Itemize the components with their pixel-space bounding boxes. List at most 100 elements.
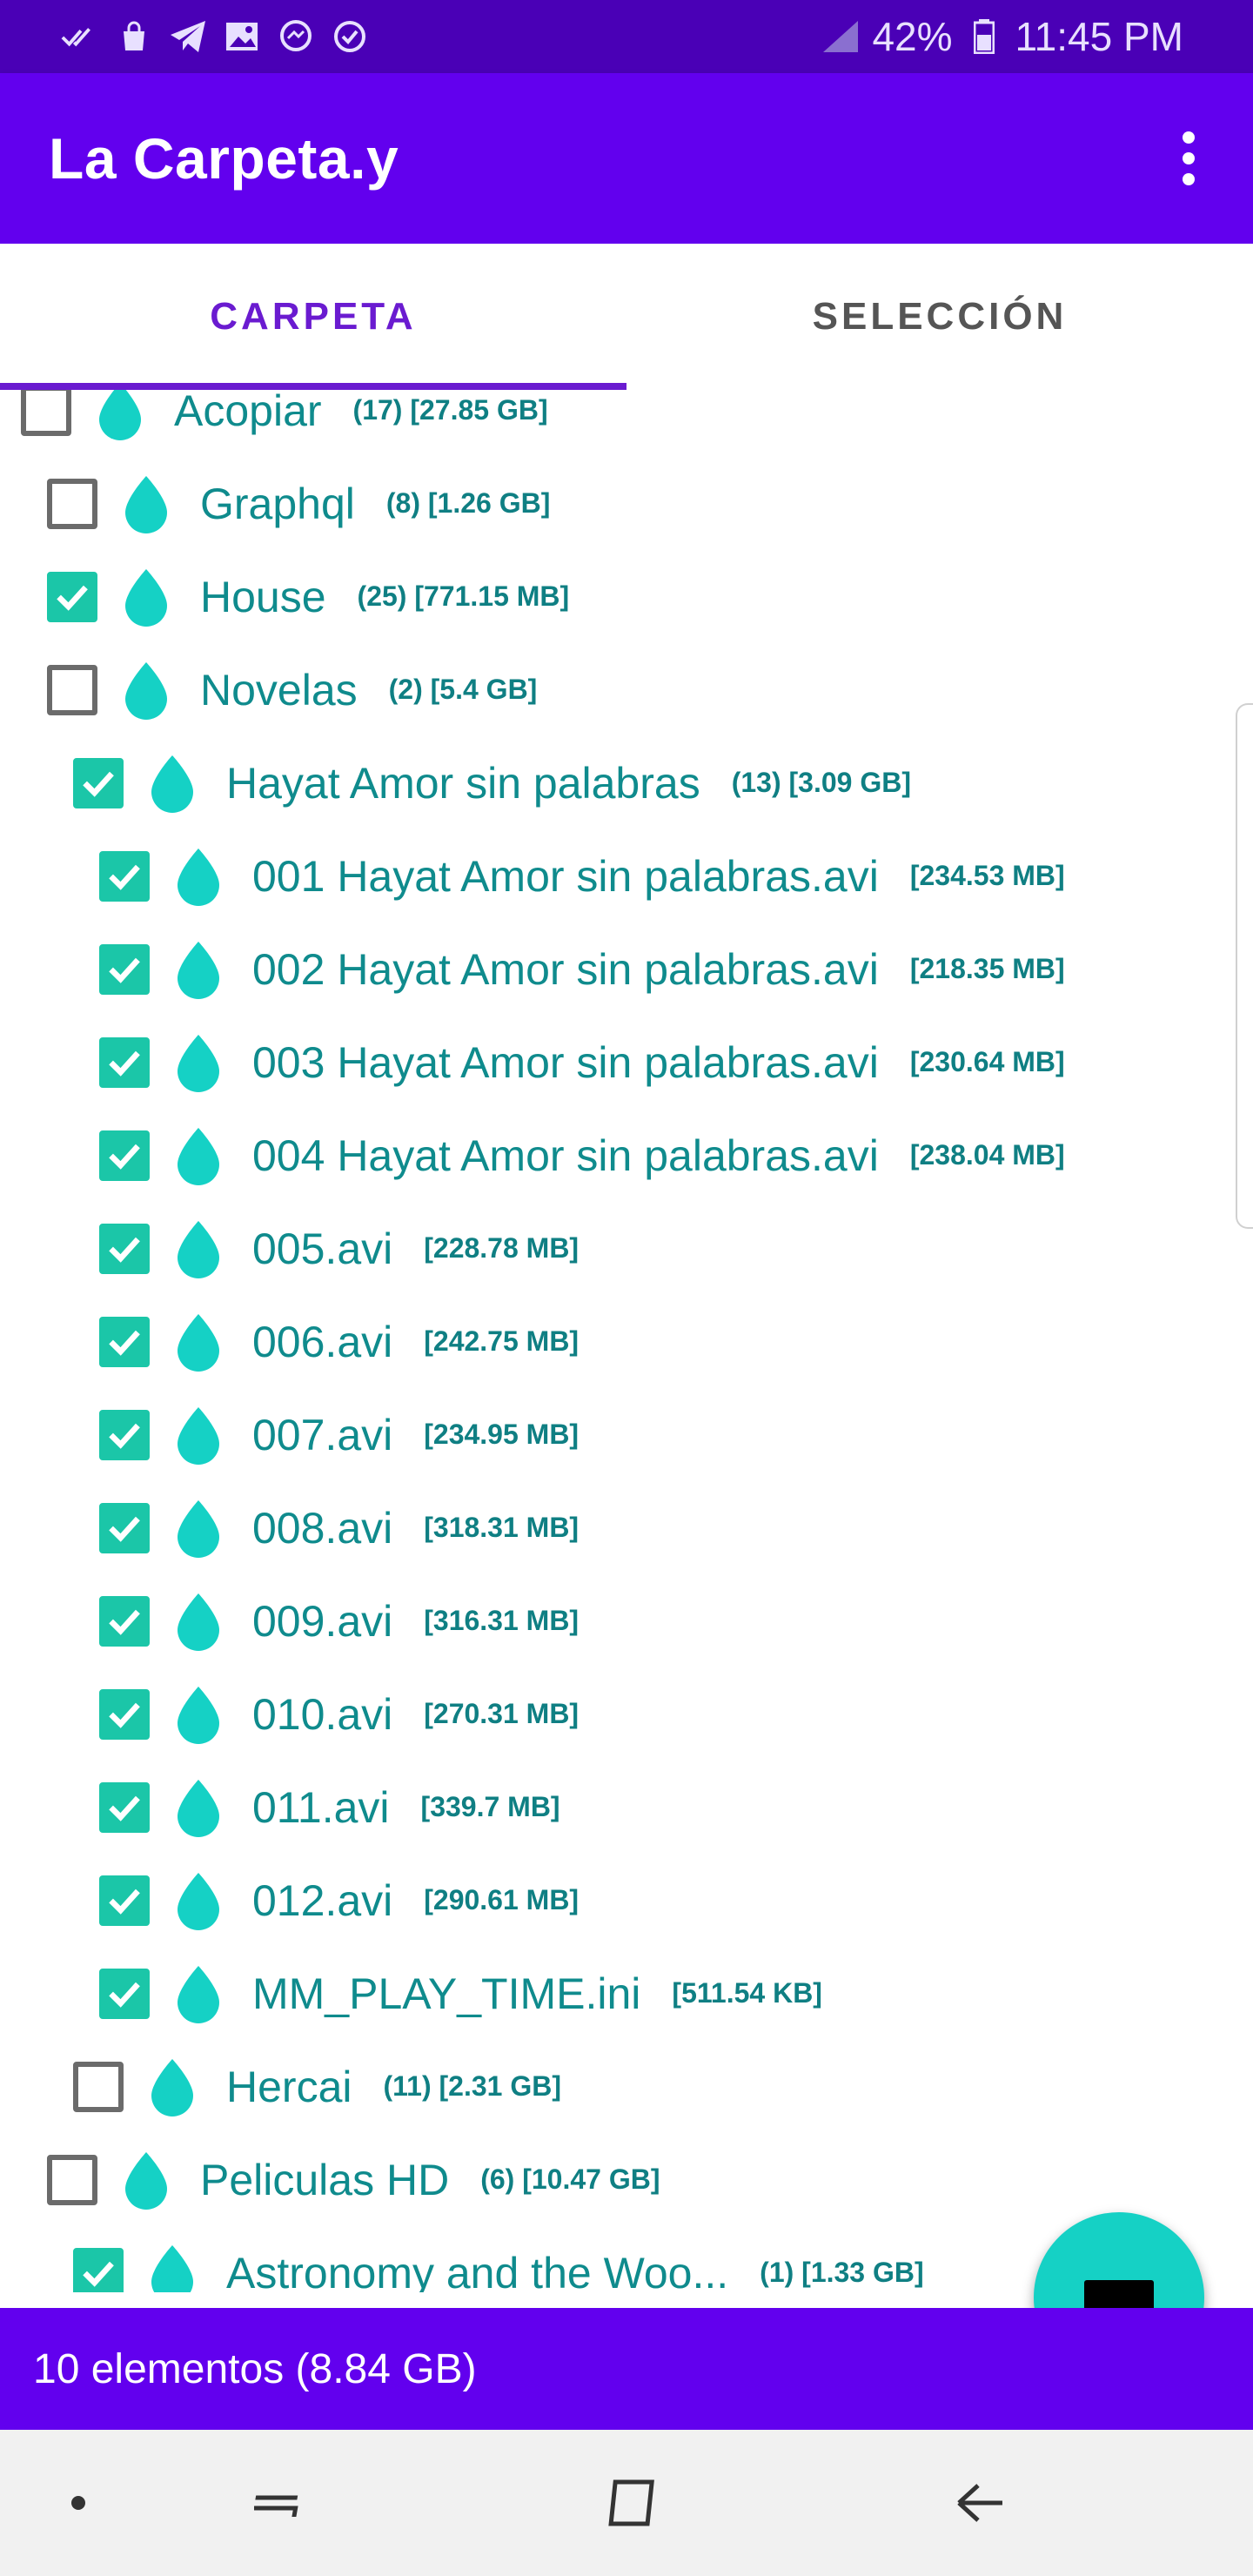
row-checkbox[interactable] — [47, 664, 97, 715]
row-checkbox[interactable] — [99, 1595, 150, 1647]
tree-row[interactable]: 003 Hayat Amor sin palabras.avi [230.64 M… — [99, 1016, 1065, 1109]
folder-tree[interactable]: Acopiar (17) [27.85 GB] Graphql (8) [1.26 G… — [0, 390, 1253, 2292]
item-size: [511.54 KB] — [672, 1977, 822, 2009]
row-checkbox[interactable] — [47, 2154, 97, 2205]
item-name: 005.avi — [252, 1224, 393, 1273]
image-icon — [223, 17, 261, 56]
item-size: (1) [1.33 GB] — [760, 2257, 924, 2288]
drop-icon — [167, 938, 230, 1001]
item-size: [218.35 MB] — [909, 953, 1065, 984]
tree-row[interactable]: 011.avi [339.7 MB] — [99, 1761, 560, 1854]
row-checkbox[interactable] — [73, 2247, 124, 2292]
item-name: 003 Hayat Amor sin palabras.avi — [252, 1037, 879, 1087]
tree-row[interactable]: MM_PLAY_TIME.ini [511.54 KB] — [99, 1947, 822, 2040]
more-vert-icon[interactable] — [1154, 124, 1223, 193]
row-checkbox[interactable] — [99, 1875, 150, 1926]
drop-icon — [115, 659, 178, 721]
drop-icon — [115, 473, 178, 535]
item-size: (6) [10.47 GB] — [480, 2163, 660, 2195]
item-size: [234.95 MB] — [424, 1419, 580, 1450]
item-name: 008.avi — [252, 1503, 393, 1553]
tree-row[interactable]: 002 Hayat Amor sin palabras.avi [218.35 M… — [99, 922, 1065, 1016]
tree-row[interactable]: Hercai (11) [2.31 GB] — [73, 2040, 561, 2133]
item-name: 002 Hayat Amor sin palabras.avi — [252, 944, 879, 994]
row-checkbox[interactable] — [99, 1223, 150, 1274]
home-icon[interactable] — [595, 2468, 665, 2538]
tree-row[interactable]: Peliculas HD (6) [10.47 GB] — [47, 2133, 660, 2226]
tree-row[interactable]: 009.avi [316.31 MB] — [99, 1574, 579, 1667]
row-checkbox[interactable] — [47, 478, 97, 529]
navigation-bar — [0, 2430, 1253, 2576]
tree-row[interactable]: Acopiar (17) [27.85 GB] — [21, 390, 548, 457]
row-checkbox[interactable] — [99, 1968, 150, 2019]
tree-row[interactable]: Graphql (8) [1.26 GB] — [47, 457, 550, 550]
tree-row[interactable]: Novelas (2) [5.4 GB] — [47, 643, 537, 736]
item-name: Astronomy and the Woo... — [226, 2248, 729, 2293]
row-checkbox[interactable] — [99, 1409, 150, 1460]
drop-icon — [141, 752, 204, 815]
tree-row[interactable]: Hayat Amor sin palabras (13) [3.09 GB] — [73, 736, 911, 829]
row-checkbox[interactable] — [73, 757, 124, 808]
item-name: Novelas — [200, 665, 358, 714]
battery-percent: 42% — [872, 14, 953, 59]
row-checkbox[interactable] — [99, 943, 150, 995]
row-checkbox[interactable] — [99, 1502, 150, 1553]
drop-icon — [167, 1031, 230, 1094]
drop-icon — [167, 1404, 230, 1466]
app-title: La Carpeta.y — [49, 126, 399, 191]
check-circle-icon — [331, 17, 369, 56]
tree-row[interactable]: 007.avi [234.95 MB] — [99, 1388, 579, 1481]
signal-icon — [821, 17, 860, 56]
item-size: (17) [27.85 GB] — [352, 394, 548, 426]
telegram-icon — [169, 17, 207, 56]
selection-summary-bar: 10 elementos (8.84 GB) — [0, 2308, 1253, 2430]
row-checkbox[interactable] — [99, 1781, 150, 1833]
item-size: [238.04 MB] — [909, 1139, 1065, 1171]
row-checkbox[interactable] — [73, 2061, 124, 2112]
tree-row[interactable]: Astronomy and the Woo... (1) [1.33 GB] — [73, 2226, 924, 2292]
back-icon[interactable] — [945, 2468, 1015, 2538]
item-size: [316.31 MB] — [424, 1605, 580, 1636]
drop-icon — [167, 1218, 230, 1280]
item-size: [318.31 MB] — [424, 1512, 580, 1543]
row-checkbox[interactable] — [99, 1688, 150, 1740]
item-name: 010.avi — [252, 1689, 393, 1739]
drop-icon — [167, 1590, 230, 1653]
tree-row[interactable]: 005.avi [228.78 MB] — [99, 1202, 579, 1295]
tree-row[interactable]: 001 Hayat Amor sin palabras.avi [234.53 M… — [99, 829, 1065, 922]
tree-row[interactable]: House (25) [771.15 MB] — [47, 550, 569, 643]
item-name: Peliculas HD — [200, 2155, 450, 2204]
row-checkbox[interactable] — [99, 1036, 150, 1088]
tree-row[interactable]: 010.avi [270.31 MB] — [99, 1667, 579, 1761]
recent-apps-icon[interactable] — [245, 2468, 315, 2538]
row-checkbox[interactable] — [21, 390, 71, 436]
item-name: 004 Hayat Amor sin palabras.avi — [252, 1130, 879, 1180]
row-checkbox[interactable] — [99, 1316, 150, 1367]
tab-carpeta[interactable]: CARPETA — [0, 244, 626, 390]
item-name: Graphql — [200, 479, 355, 528]
item-size: [228.78 MB] — [424, 1232, 580, 1264]
tree-row[interactable]: 012.avi [290.61 MB] — [99, 1854, 579, 1947]
item-name: 001 Hayat Amor sin palabras.avi — [252, 851, 879, 901]
tab-label: CARPETA — [210, 295, 417, 338]
drop-icon — [141, 2242, 204, 2292]
drop-icon — [167, 1311, 230, 1373]
tree-row[interactable]: 008.avi [318.31 MB] — [99, 1481, 579, 1574]
row-checkbox[interactable] — [99, 1130, 150, 1181]
item-size: (2) [5.4 GB] — [388, 674, 538, 705]
tree-row[interactable]: 006.avi [242.75 MB] — [99, 1295, 579, 1388]
item-size: (11) [2.31 GB] — [383, 2070, 561, 2102]
scrollbar[interactable] — [1236, 703, 1253, 1229]
item-size: (25) [771.15 MB] — [357, 580, 570, 612]
tree-row[interactable]: 004 Hayat Amor sin palabras.avi [238.04 M… — [99, 1109, 1065, 1202]
item-name: 012.avi — [252, 1875, 393, 1925]
tab-seleccion[interactable]: SELECCIÓN — [626, 244, 1253, 390]
item-size: [242.75 MB] — [424, 1325, 580, 1357]
notification-icons — [0, 17, 369, 56]
item-name: Hercai — [226, 2062, 352, 2111]
item-size: (13) [3.09 GB] — [731, 767, 911, 798]
dot-icon[interactable] — [44, 2468, 113, 2538]
row-checkbox[interactable] — [47, 571, 97, 622]
row-checkbox[interactable] — [99, 850, 150, 902]
status-bar: 42% 11:45 PM — [0, 0, 1253, 73]
